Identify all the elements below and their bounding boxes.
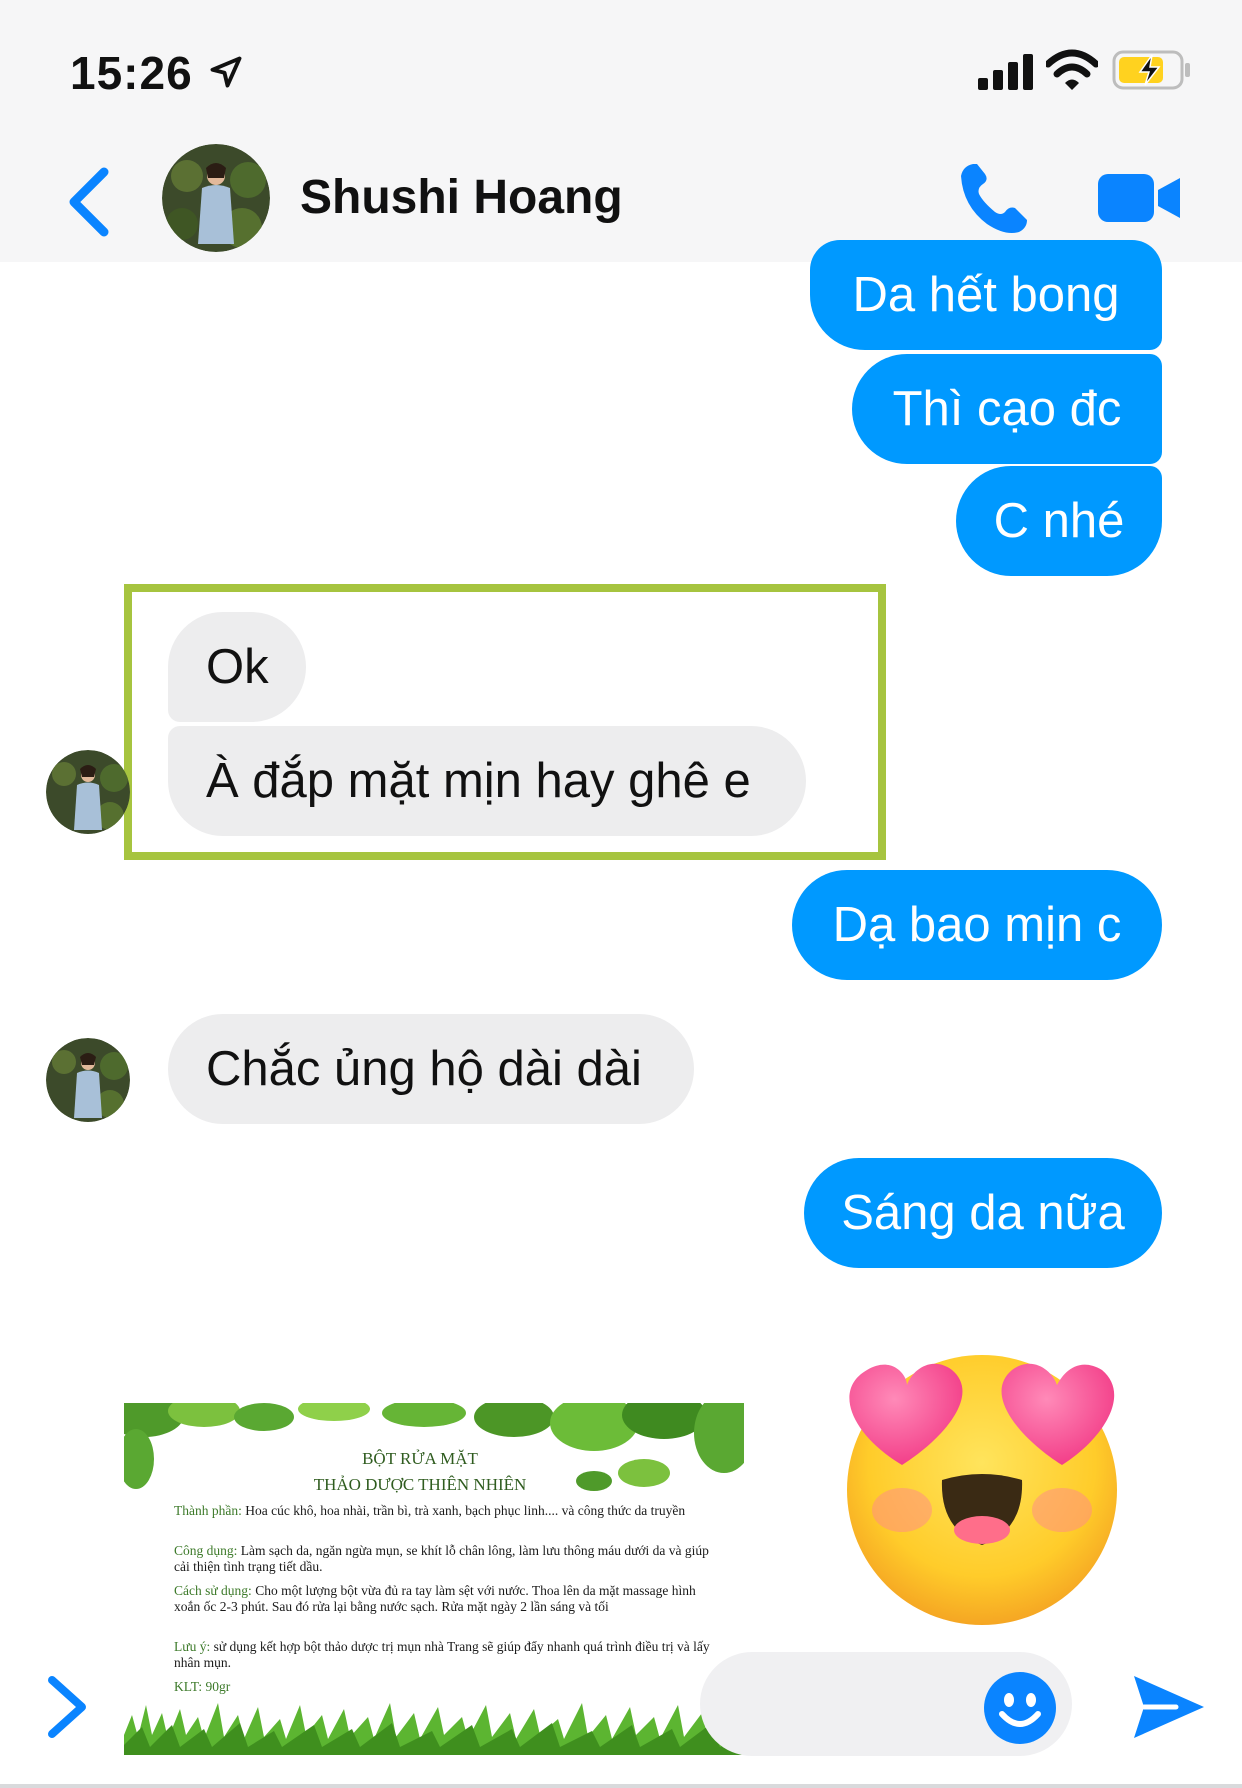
sender-avatar[interactable] xyxy=(46,1038,130,1122)
send-icon[interactable] xyxy=(1130,1668,1208,1746)
phone-icon[interactable] xyxy=(955,158,1035,238)
message-bubble-outgoing[interactable]: Sáng da nữa xyxy=(804,1158,1162,1268)
battery-charging-icon xyxy=(1112,50,1190,90)
ingredients-label: Thành phần: xyxy=(174,1503,242,1518)
card-usage: Cách sử dụng: Cho một lượng bột vừa đủ r… xyxy=(174,1583,714,1615)
usage-label: Cách sử dụng: xyxy=(174,1583,252,1598)
heart-eyes-emoji-icon[interactable] xyxy=(832,1330,1132,1630)
ingredients-text: Hoa cúc khô, hoa nhài, trần bì, trà xanh… xyxy=(241,1503,686,1518)
status-time: 15:26 xyxy=(70,47,193,99)
expand-chevron-icon[interactable] xyxy=(42,1672,94,1742)
message-bubble-outgoing[interactable]: Dạ bao mịn c xyxy=(792,870,1162,980)
card-uses: Công dụng: Làm sạch da, ngăn ngừa mụn, s… xyxy=(174,1543,714,1575)
back-button[interactable] xyxy=(60,162,120,242)
message-bubble-outgoing[interactable]: Da hết bong xyxy=(810,240,1162,350)
bottom-divider xyxy=(0,1784,1242,1788)
message-bubble-outgoing[interactable]: Thì cạo đc xyxy=(852,354,1162,464)
grass-decoration-icon xyxy=(124,1703,744,1755)
message-bubble-outgoing[interactable]: C nhé xyxy=(956,466,1162,576)
usage-text: Cho một lượng bột vừa đủ ra tay làm sệt … xyxy=(174,1583,696,1614)
message-bubble-incoming[interactable]: Ok xyxy=(168,612,306,722)
uses-text: Làm sạch da, ngăn ngừa mụn, se khít lỗ c… xyxy=(174,1543,709,1574)
video-camera-icon[interactable] xyxy=(1096,168,1182,228)
smiley-icon[interactable] xyxy=(982,1670,1058,1746)
status-bar: 15:26 xyxy=(0,0,1242,140)
card-note: Lưu ý: sử dụng kết hợp bột thảo dược trị… xyxy=(174,1639,714,1671)
product-image-card[interactable]: BỘT RỬA MẶT THẢO DƯỢC THIÊN NHIÊN Thành … xyxy=(124,1403,744,1755)
wifi-icon xyxy=(1046,49,1098,90)
note-text: sử dụng kết hợp bột thảo dược trị mụn nh… xyxy=(174,1639,710,1670)
uses-label: Công dụng: xyxy=(174,1543,238,1558)
sender-avatar[interactable] xyxy=(46,750,130,834)
card-title-line1: BỘT RỬA MẶT xyxy=(362,1449,478,1468)
contact-name[interactable]: Shushi Hoang xyxy=(300,170,623,225)
contact-avatar[interactable] xyxy=(162,144,270,252)
cellular-signal-icon xyxy=(978,54,1033,90)
note-label: Lưu ý: xyxy=(174,1639,211,1654)
card-ingredients: Thành phần: Hoa cúc khô, hoa nhài, trần … xyxy=(174,1503,714,1519)
message-bubble-incoming[interactable]: Chắc ủng hộ dài dài xyxy=(168,1014,694,1124)
location-arrow-icon xyxy=(210,56,242,88)
message-bubble-incoming[interactable]: À đắp mặt mịn hay ghê e xyxy=(168,726,806,836)
card-weight: KLT: 90gr xyxy=(174,1679,231,1694)
card-title-line2: THẢO DƯỢC THIÊN NHIÊN xyxy=(313,1475,527,1494)
